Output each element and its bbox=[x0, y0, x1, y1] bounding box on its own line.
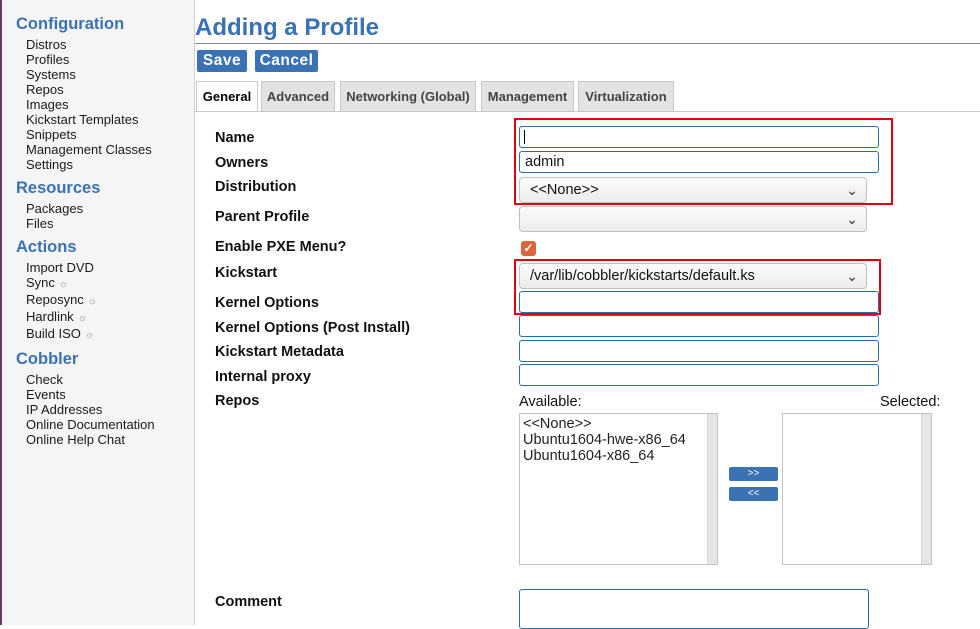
sidebar-item-sync-label: Sync bbox=[26, 275, 55, 290]
tab-advanced[interactable]: Advanced bbox=[261, 81, 335, 111]
kernel-options-post-field[interactable] bbox=[519, 315, 879, 337]
tab-networking-global[interactable]: Networking (Global) bbox=[340, 81, 476, 111]
sidebar-item-repos[interactable]: Repos bbox=[26, 82, 194, 97]
sidebar-item-online-help-chat[interactable]: Online Help Chat bbox=[26, 432, 194, 447]
kernel-options-label: Kernel Options bbox=[215, 295, 319, 311]
gear-icon: ☼ bbox=[58, 279, 69, 290]
kickstart-metadata-field[interactable] bbox=[519, 340, 879, 362]
kickstart-label: Kickstart bbox=[215, 265, 278, 281]
sidebar-item-management-classes[interactable]: Management Classes bbox=[26, 142, 194, 157]
sidebar-item-check[interactable]: Check bbox=[26, 372, 194, 387]
tab-management[interactable]: Management bbox=[481, 81, 574, 111]
repos-selected-list[interactable] bbox=[782, 413, 932, 565]
kernel-options-post-label: Kernel Options (Post Install) bbox=[215, 320, 410, 336]
sidebar-item-sync[interactable]: Sync ☼ bbox=[26, 275, 194, 292]
internal-proxy-label: Internal proxy bbox=[215, 369, 311, 385]
repos-available-label: Available: bbox=[519, 394, 582, 410]
enable-pxe-checkbox[interactable]: ✓ bbox=[521, 241, 536, 256]
save-button[interactable]: Save bbox=[197, 50, 247, 72]
sidebar-heading-resources: Resources bbox=[16, 179, 101, 197]
remove-repo-button[interactable]: << bbox=[729, 487, 778, 501]
sidebar-item-build-iso-label: Build ISO bbox=[26, 326, 81, 341]
add-repo-button[interactable]: >> bbox=[729, 467, 778, 481]
list-item[interactable]: Ubuntu1604-x86_64 bbox=[520, 448, 717, 464]
sidebar-section-resources: Resources Packages Files bbox=[16, 178, 194, 231]
comment-field[interactable] bbox=[519, 589, 869, 629]
parent-profile-label: Parent Profile bbox=[215, 209, 310, 225]
sidebar-section-cobbler: Cobbler Check Events IP Addresses Online… bbox=[16, 349, 194, 447]
tab-virtualization[interactable]: Virtualization bbox=[578, 81, 674, 111]
sidebar-item-online-documentation[interactable]: Online Documentation bbox=[26, 417, 194, 432]
list-item[interactable]: Ubuntu1604-hwe-x86_64 bbox=[520, 432, 717, 448]
gear-icon: ☼ bbox=[77, 313, 87, 324]
sidebar-item-hardlink[interactable]: Hardlink ☼ bbox=[26, 309, 194, 326]
sidebar-section-configuration: Configuration Distros Profiles Systems R… bbox=[16, 14, 194, 172]
sidebar-item-import-dvd[interactable]: Import DVD bbox=[26, 260, 194, 275]
page-title: Adding a Profile bbox=[195, 14, 980, 44]
sidebar-heading-actions: Actions bbox=[16, 238, 77, 256]
sidebar-item-snippets[interactable]: Snippets bbox=[26, 127, 194, 142]
tab-divider bbox=[195, 111, 980, 112]
tab-general[interactable]: General bbox=[196, 81, 258, 112]
sidebar-item-profiles[interactable]: Profiles bbox=[26, 52, 194, 67]
sidebar-item-kickstart-templates[interactable]: Kickstart Templates bbox=[26, 112, 194, 127]
comment-label: Comment bbox=[215, 594, 282, 610]
sidebar-item-reposync[interactable]: Reposync ☼ bbox=[26, 292, 194, 309]
repos-available-list[interactable]: <<None>> Ubuntu1604-hwe-x86_64 Ubuntu160… bbox=[519, 413, 718, 565]
highlight-box bbox=[514, 118, 893, 205]
sidebar-heading-cobbler: Cobbler bbox=[16, 350, 79, 368]
sidebar-item-distros[interactable]: Distros bbox=[26, 37, 194, 52]
gear-icon: ☼ bbox=[87, 296, 97, 307]
highlight-box bbox=[514, 259, 881, 315]
main-content: Adding a Profile Save Cancel General Adv… bbox=[195, 0, 980, 629]
sidebar-item-images[interactable]: Images bbox=[26, 97, 194, 112]
owners-label: Owners bbox=[215, 155, 269, 171]
distribution-label: Distribution bbox=[215, 179, 297, 195]
chevron-down-icon: ⌄ bbox=[846, 211, 858, 227]
sidebar-item-settings[interactable]: Settings bbox=[26, 157, 194, 172]
sidebar-section-actions: Actions Import DVD Sync ☼ Reposync ☼ Hardl… bbox=[16, 237, 194, 343]
gear-icon: ☼ bbox=[84, 330, 95, 341]
name-label: Name bbox=[215, 130, 255, 146]
repos-label: Repos bbox=[215, 393, 260, 409]
kickstart-metadata-label: Kickstart Metadata bbox=[215, 344, 344, 360]
internal-proxy-field[interactable] bbox=[519, 364, 879, 386]
sidebar-item-files[interactable]: Files bbox=[26, 216, 194, 231]
sidebar-item-reposync-label: Reposync bbox=[26, 292, 84, 307]
sidebar-item-hardlink-label: Hardlink bbox=[26, 309, 74, 324]
sidebar-item-build-iso[interactable]: Build ISO ☼ bbox=[26, 326, 194, 343]
sidebar-item-events[interactable]: Events bbox=[26, 387, 194, 402]
sidebar-item-systems[interactable]: Systems bbox=[26, 67, 194, 82]
scrollbar[interactable] bbox=[707, 414, 717, 564]
repos-selected-label: Selected: bbox=[880, 394, 941, 410]
sidebar: Configuration Distros Profiles Systems R… bbox=[2, 0, 195, 625]
cancel-button[interactable]: Cancel bbox=[255, 50, 318, 72]
scrollbar[interactable] bbox=[921, 414, 931, 564]
parent-profile-select[interactable]: ⌄ bbox=[519, 206, 867, 232]
enable-pxe-label: Enable PXE Menu? bbox=[215, 239, 347, 255]
sidebar-heading-configuration: Configuration bbox=[16, 15, 125, 33]
sidebar-item-packages[interactable]: Packages bbox=[26, 201, 194, 216]
list-item[interactable]: <<None>> bbox=[520, 416, 717, 432]
sidebar-item-ip-addresses[interactable]: IP Addresses bbox=[26, 402, 194, 417]
